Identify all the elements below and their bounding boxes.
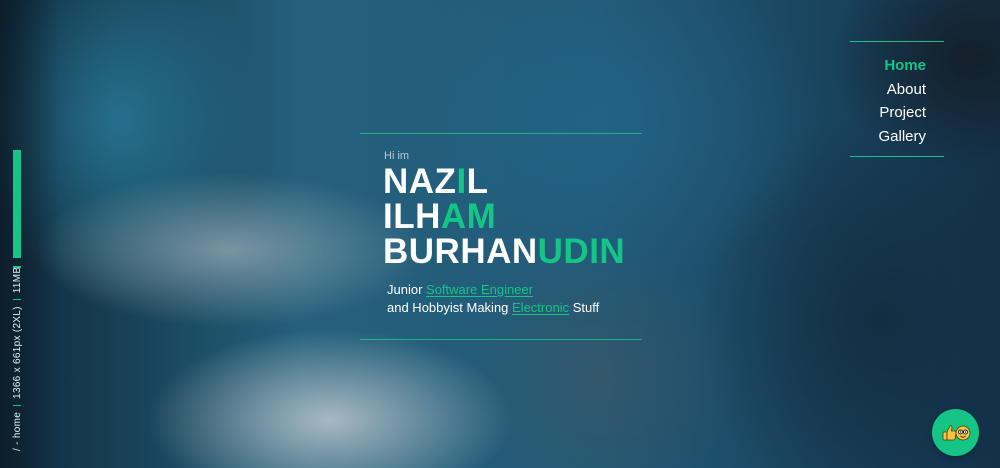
name-part-accent: I [456,162,467,201]
tagline-text: and Hobbyist Making [387,300,513,315]
name-line-2: ILHAM [383,199,496,235]
nav-item-gallery[interactable]: Gallery [878,125,926,149]
tagline-line-2: and Hobbyist Making Electronic Stuff [387,299,599,317]
nav-item-home[interactable]: Home [878,54,926,78]
name-part: NAZ [383,162,457,201]
page-path: / - home [12,411,23,451]
name-part: BURHAN [383,232,538,271]
scroll-progress-bar [13,150,21,258]
thumbs-up-emoji-icon [942,424,970,440]
nav-bottom-line [850,156,944,157]
name-part-accent: UDIN [537,232,626,271]
page-size: 11MB [12,266,23,294]
greeting: Hi im [384,150,410,162]
screen-resolution: 1366 x 661px (2XL) [12,306,23,399]
nav-item-project[interactable]: Project [878,101,926,125]
nav-item-about[interactable]: About [878,78,926,102]
tagline-text: Junior [387,282,427,297]
page-info-rail: / - home 1366 x 661px (2XL) 11MB [12,267,23,451]
name-line-3: BURHANUDIN [383,234,625,270]
tagline-line-1: Junior Software Engineer [387,281,533,299]
software-engineer-link[interactable]: Software Engineer [426,282,533,297]
tagline-text: Stuff [569,300,600,315]
feedback-button[interactable] [932,409,979,456]
name-line-1: NAZIL [383,164,489,200]
left-shade [0,0,60,468]
name-part-accent: AM [440,197,497,236]
nav-top-line [850,41,944,42]
name-part: L [466,162,489,201]
electronic-link[interactable]: Electronic [512,300,569,315]
name-part: ILH [383,197,441,236]
hero-bottom-line [360,339,642,340]
main-nav: Home About Project Gallery [878,54,926,148]
hero-top-line [360,133,642,134]
